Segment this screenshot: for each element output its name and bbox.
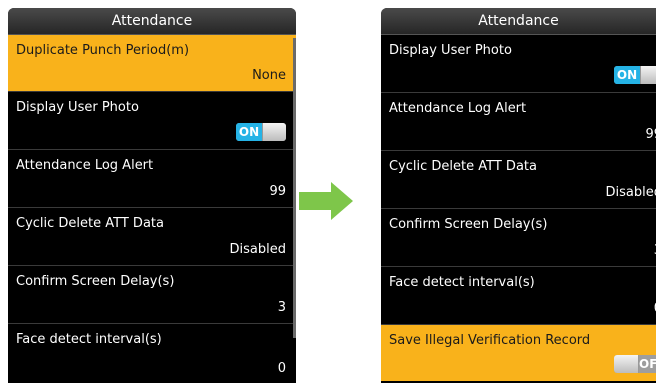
save-illegal-record-toggle[interactable]: OFF [614,355,656,373]
menu-item-label: Save Illegal Verification Record [389,333,591,348]
menu-item-value: 3 [277,300,286,315]
menu-item-display-user-photo[interactable]: Display User Photo ON [381,35,656,93]
menu-item-label: Cyclic Delete ATT Data [389,159,537,174]
menu-item-value: Disabled [605,185,656,200]
device-screen-before: Attendance Duplicate Punch Period(m) Non… [8,8,296,383]
menu-item-face-detect-interval[interactable]: Face detect interval(s) 0 [8,324,296,383]
toggle-state-label: ON [236,123,262,141]
toggle-knob [614,355,639,373]
menu-item-value: 99 [269,184,286,199]
menu-item-label: Attendance Log Alert [389,101,527,116]
display-photo-toggle[interactable]: ON [236,123,286,141]
menu-item-label: Attendance Log Alert [16,158,154,173]
menu-item-label: Face detect interval(s) [389,275,535,290]
menu-item-cyclic-delete-att-data[interactable]: Cyclic Delete ATT Data Disabled [8,208,296,266]
right-arrow-icon [299,182,353,220]
menu-item-display-user-photo[interactable]: Display User Photo ON [8,92,296,150]
scrollbar[interactable] [293,38,296,338]
menu-item-label: Face detect interval(s) [16,332,162,347]
menu-item-label: Confirm Screen Delay(s) [389,217,548,232]
menu-item-label: Duplicate Punch Period(m) [16,43,190,58]
menu-item-label: Confirm Screen Delay(s) [16,274,175,289]
toggle-state-label: ON [614,66,640,84]
menu-item-label: Display User Photo [16,100,139,115]
toggle-knob [262,123,286,141]
menu-item-confirm-screen-delay[interactable]: Confirm Screen Delay(s) 3 [381,209,656,267]
device-screen-after: Attendance Display User Photo ON Attenda… [381,8,656,383]
toggle-state-label: OFF [639,355,656,373]
menu-item-cyclic-delete-att-data[interactable]: Cyclic Delete ATT Data Disabled [381,151,656,209]
menu-item-face-detect-interval[interactable]: Face detect interval(s) 0 [381,267,656,325]
menu-item-value: Disabled [229,242,286,257]
menu-item-label: Cyclic Delete ATT Data [16,216,164,231]
menu-item-attendance-log-alert[interactable]: Attendance Log Alert 99 [381,93,656,151]
menu-item-value: None [252,68,286,83]
screen-title: Attendance [8,8,296,35]
toggle-knob [640,66,656,84]
menu-item-label: Display User Photo [389,43,512,58]
menu-item-confirm-screen-delay[interactable]: Confirm Screen Delay(s) 3 [8,266,296,324]
screen-title: Attendance [381,8,656,35]
menu-item-attendance-log-alert[interactable]: Attendance Log Alert 99 [8,150,296,208]
display-photo-toggle[interactable]: ON [614,66,656,84]
menu-item-save-illegal-verification-record[interactable]: Save Illegal Verification Record OFF [381,325,656,381]
menu-item-value: 0 [277,361,286,376]
menu-item-value: 99 [645,127,656,142]
menu-item-duplicate-punch-period[interactable]: Duplicate Punch Period(m) None [8,35,296,92]
